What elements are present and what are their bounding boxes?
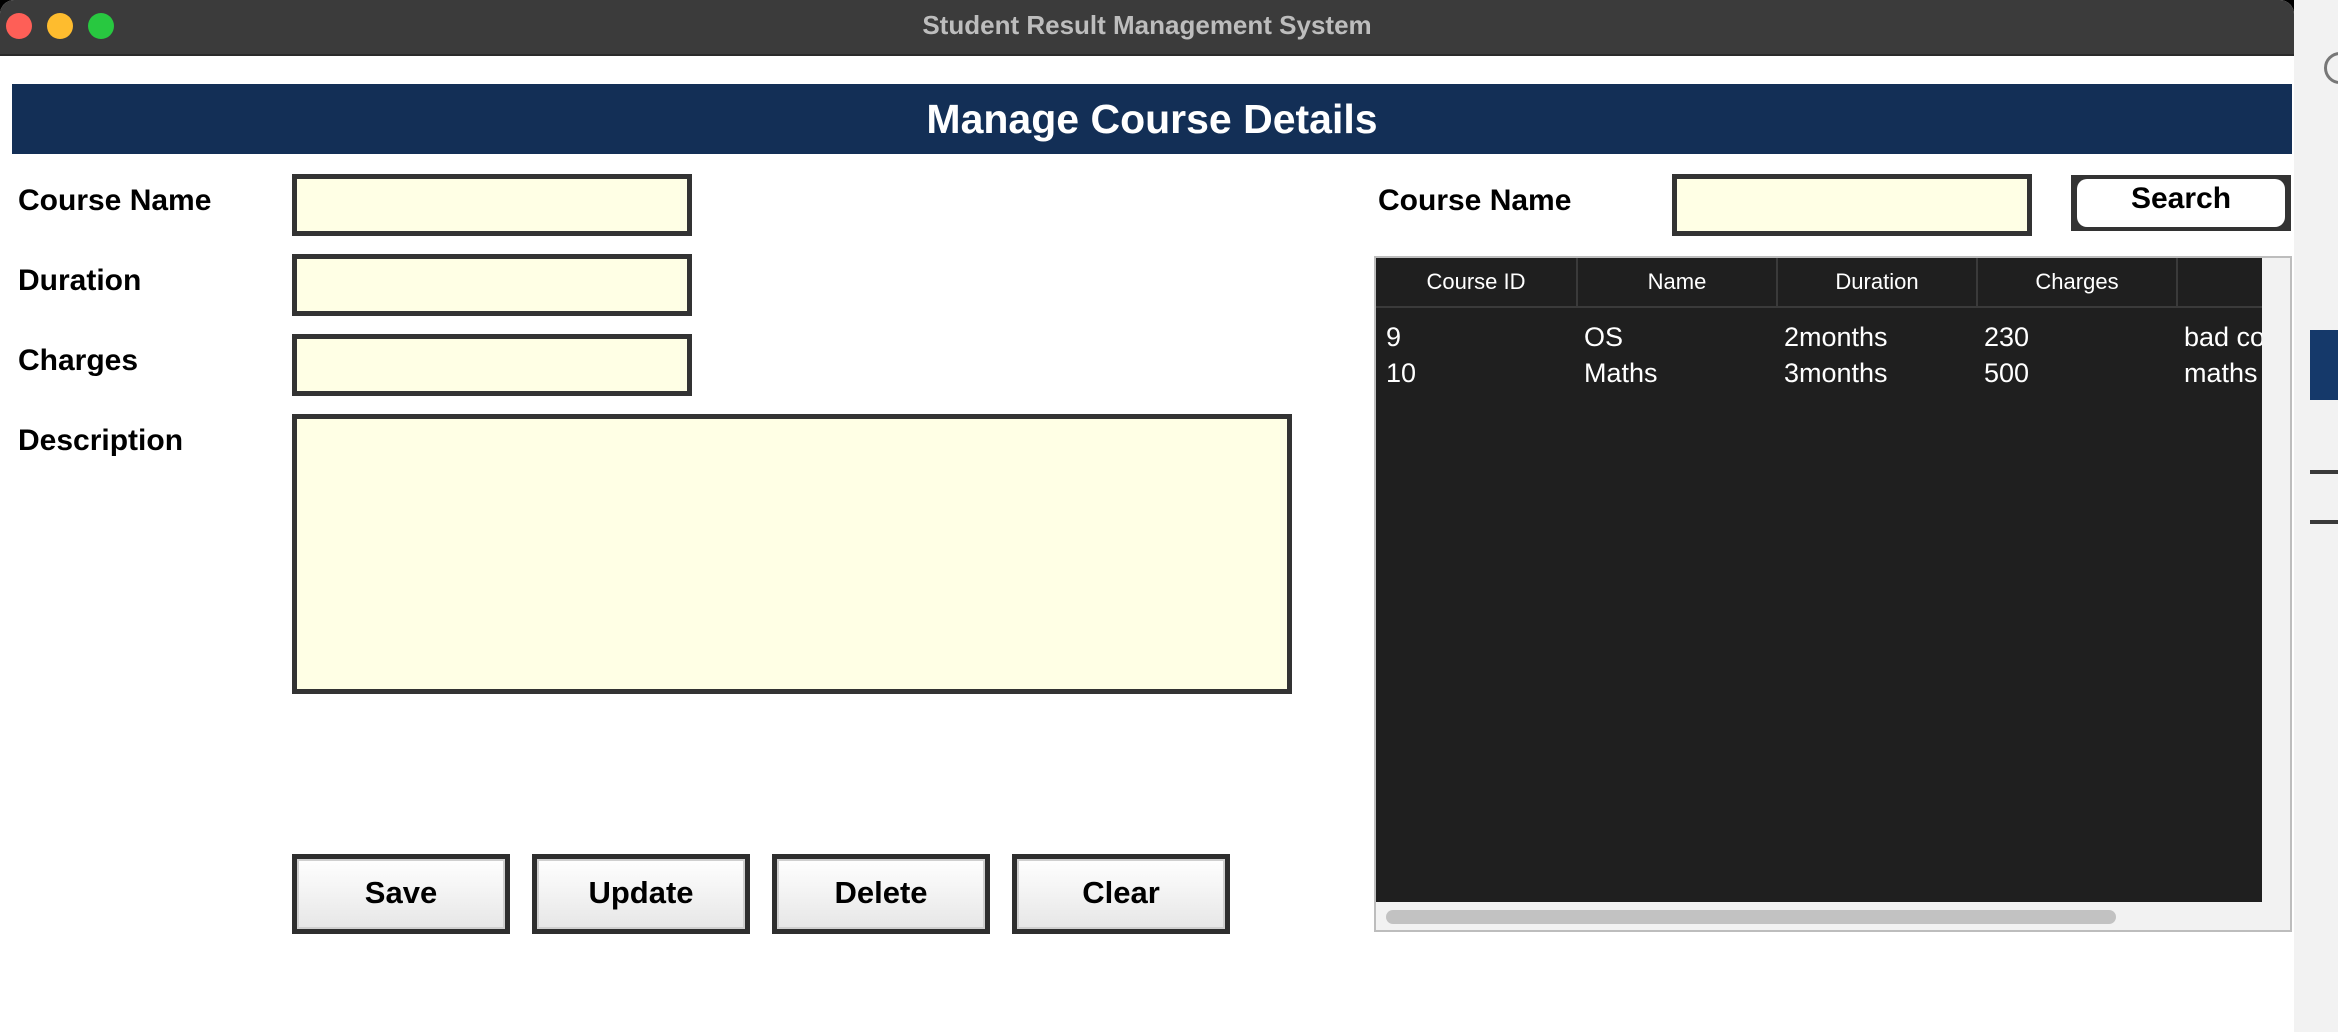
search-button[interactable]: Search (2071, 175, 2291, 231)
cell-description: maths (2184, 358, 2258, 388)
background-divider (2310, 520, 2338, 524)
delete-button[interactable]: Delete (772, 854, 990, 934)
table-body: 9 OS 2months 230 bad co 10 Maths 3months… (1376, 308, 2262, 882)
column-header-description[interactable] (2178, 258, 2262, 306)
column-header-charges[interactable]: Charges (1978, 258, 2178, 306)
cell-name: Maths (1584, 358, 1658, 388)
background-divider (2310, 470, 2338, 474)
search-button-label: Search (2077, 179, 2285, 227)
course-name-label: Course Name (18, 184, 212, 217)
cell-duration: 2months (1784, 322, 1888, 352)
cell-course-id: 9 (1386, 322, 1402, 352)
cell-duration: 3months (1784, 358, 1888, 388)
update-button[interactable]: Update (532, 854, 750, 934)
course-table[interactable]: Course ID Name Duration Charges 9 OS 2mo… (1374, 256, 2292, 932)
vertical-scrollbar[interactable] (2262, 258, 2290, 904)
cell-charges: 500 (1984, 358, 2030, 388)
table-row[interactable]: 9 OS 2months 230 bad co (1376, 322, 2262, 358)
search-input[interactable] (1672, 174, 2032, 236)
search-course-name-label: Course Name (1378, 184, 1572, 217)
app-window: Student Result Management System Manage … (0, 0, 2294, 1032)
charges-label: Charges (18, 344, 139, 377)
table-header: Course ID Name Duration Charges (1376, 258, 2262, 308)
title-bar: Student Result Management System (0, 0, 2294, 56)
horizontal-scrollbar[interactable] (1376, 902, 2290, 930)
column-header-course-id[interactable]: Course ID (1376, 258, 1578, 306)
cell-charges: 230 (1984, 322, 2030, 352)
background-window (2294, 0, 2338, 1032)
cell-name: OS (1584, 322, 1624, 352)
page-title: Manage Course Details (12, 84, 2292, 154)
description-label: Description (18, 424, 184, 457)
clear-button[interactable]: Clear (1012, 854, 1230, 934)
column-header-name[interactable]: Name (1578, 258, 1778, 306)
column-header-duration[interactable]: Duration (1778, 258, 1978, 306)
horizontal-scrollbar-thumb[interactable] (1386, 910, 2116, 924)
description-textarea[interactable] (292, 414, 1292, 694)
course-name-input[interactable] (292, 174, 692, 236)
window-title: Student Result Management System (922, 10, 1372, 40)
save-button[interactable]: Save (292, 854, 510, 934)
charges-input[interactable] (292, 334, 692, 396)
duration-label: Duration (18, 264, 142, 297)
background-blue-strip (2310, 330, 2338, 400)
duration-input[interactable] (292, 254, 692, 316)
cell-description: bad co (2184, 322, 2262, 352)
table-row[interactable]: 10 Maths 3months 500 maths (1376, 358, 2262, 394)
cell-course-id: 10 (1386, 358, 1417, 388)
background-circle-icon (2324, 52, 2338, 84)
